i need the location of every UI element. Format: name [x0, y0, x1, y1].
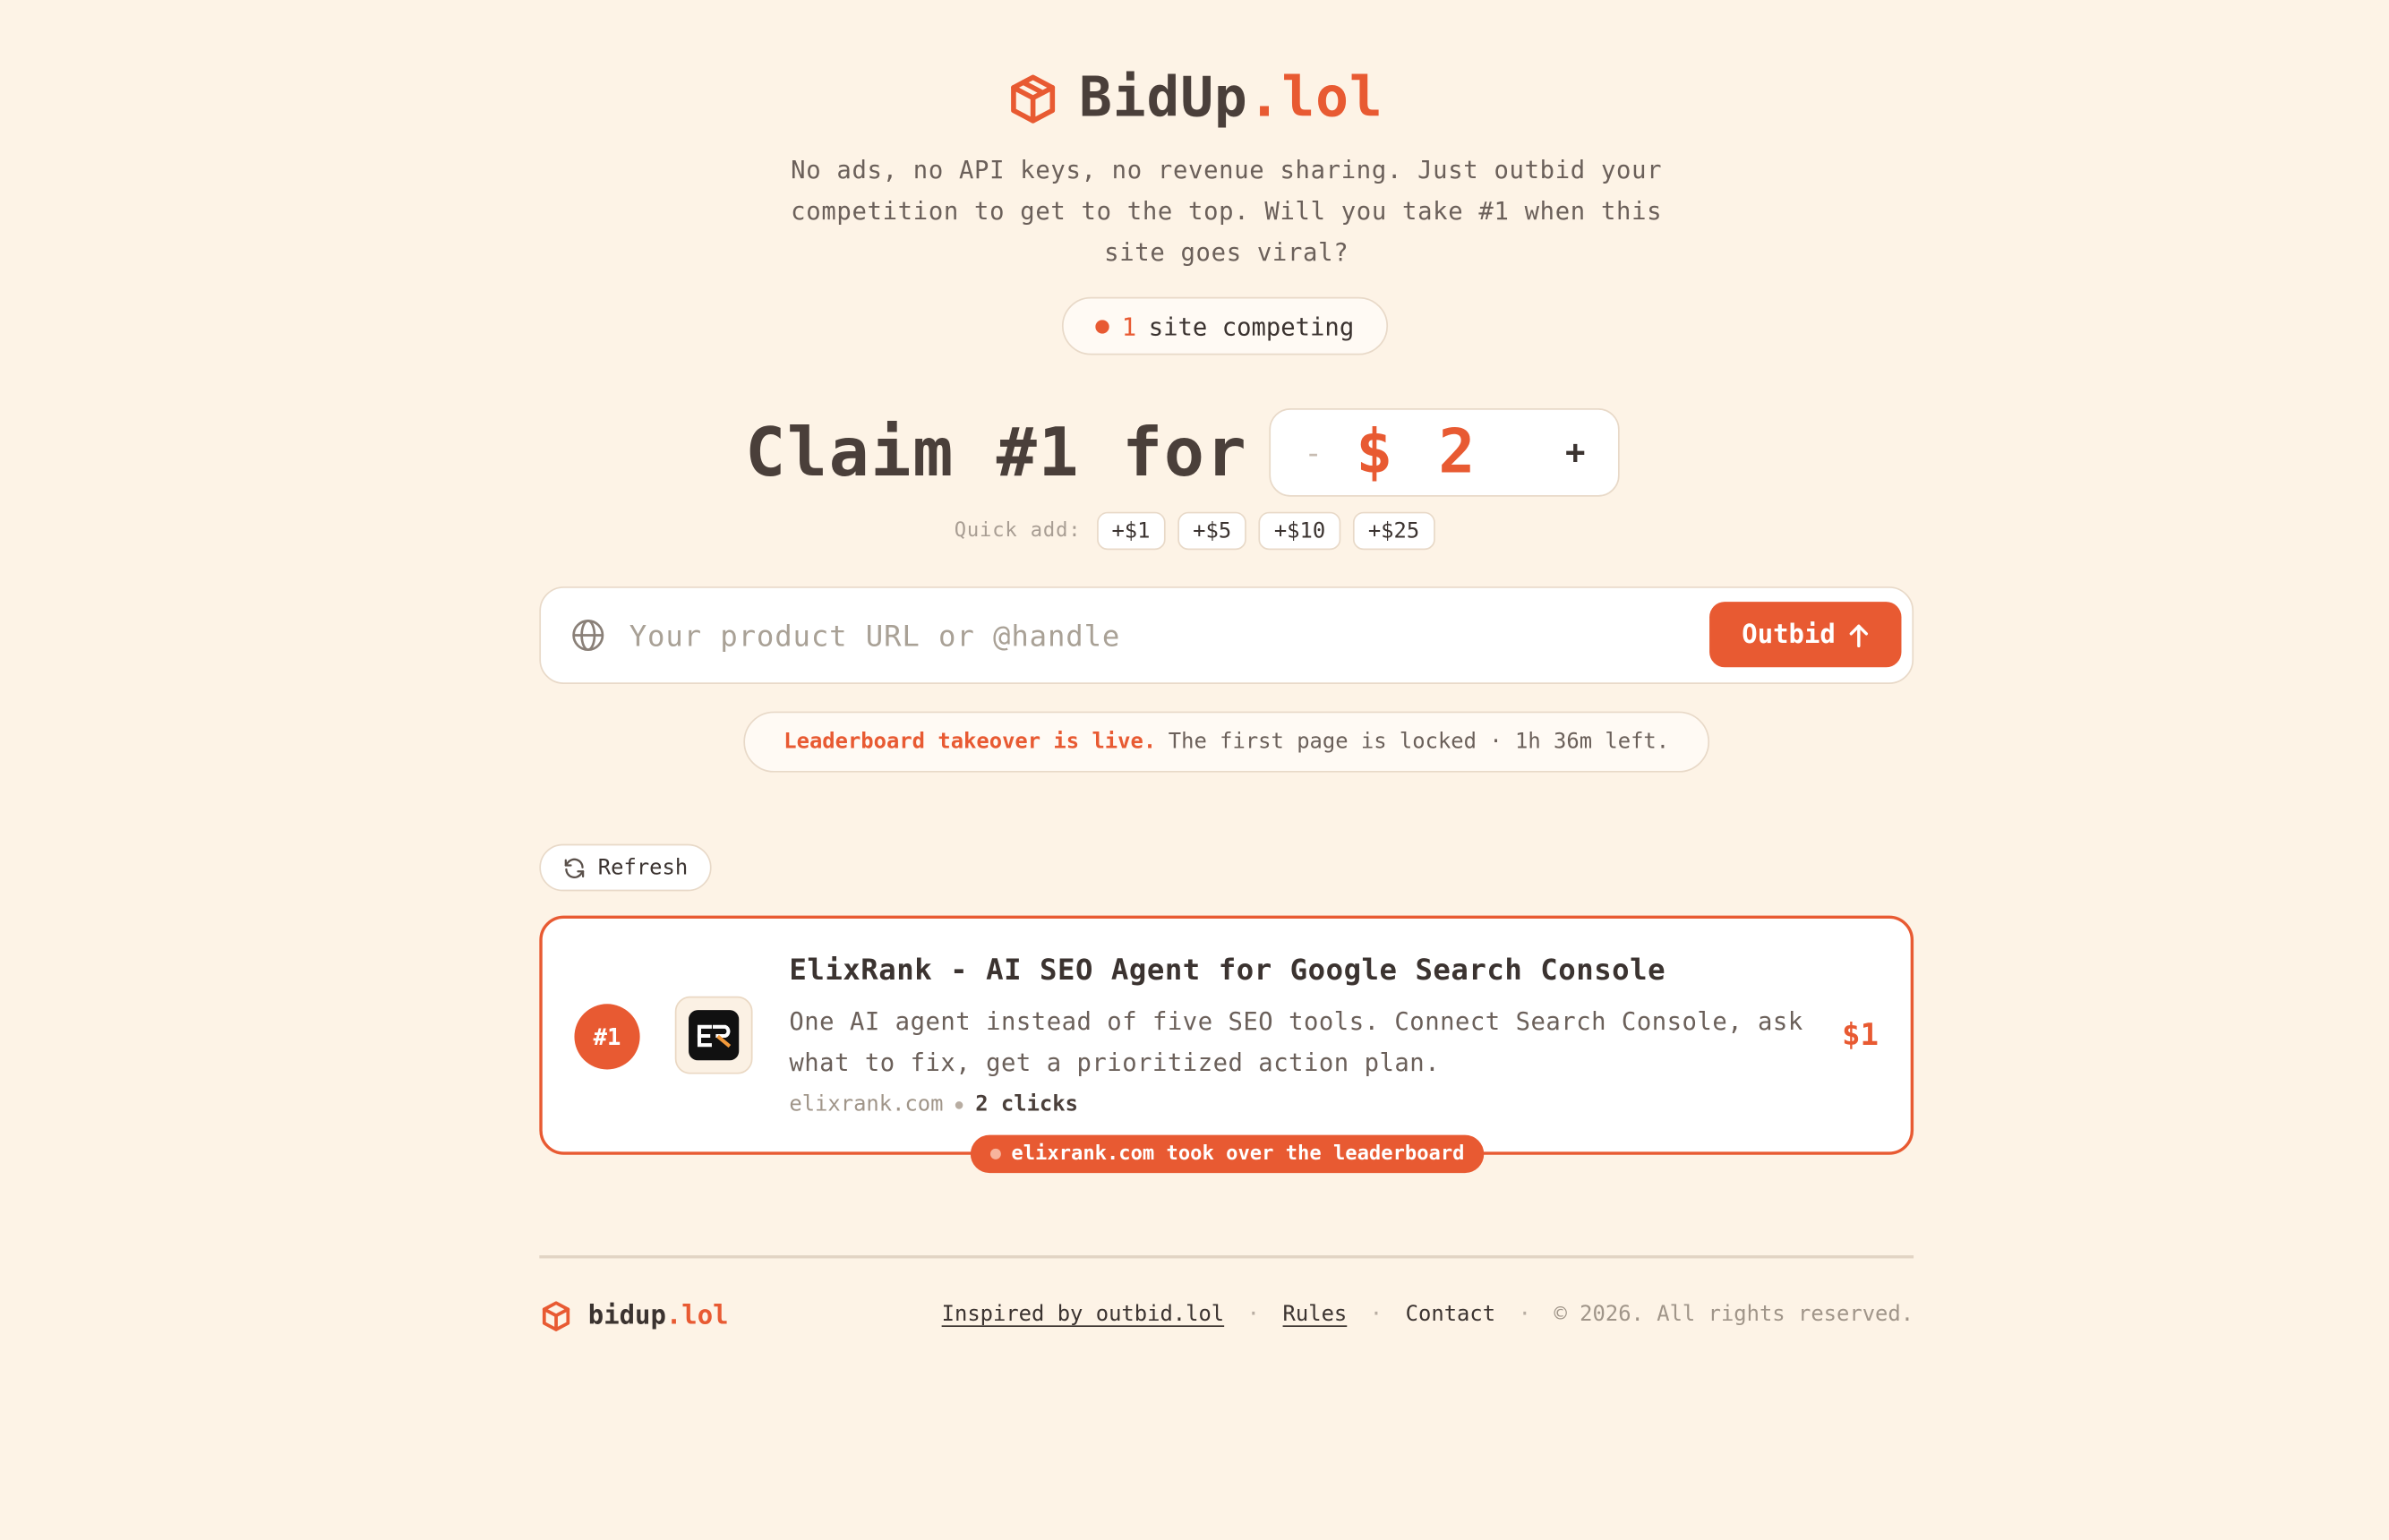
increment-button[interactable]: + [1533, 433, 1618, 472]
refresh-button[interactable]: Refresh [539, 843, 712, 892]
item-meta: elixrank.com 2 clicks [789, 1092, 1078, 1116]
competing-badge: 1 site competing [1061, 296, 1389, 355]
rank-badge: #1 [574, 1004, 640, 1070]
quick-add-1-button[interactable]: +$1 [1096, 511, 1166, 551]
elixrank-logo-icon [689, 1010, 740, 1061]
item-title[interactable]: ElixRank - AI SEO Agent for Google Searc… [789, 954, 1665, 987]
takeover-notice: elixrank.com took over the leaderboard [970, 1134, 1485, 1174]
takeover-info-text: The first page is locked · 1h 36m left. [1168, 730, 1670, 755]
quick-add-5-button[interactable]: +$5 [1177, 511, 1247, 551]
page: BidUp.lol No ads, no API keys, no revenu… [0, 0, 2389, 1540]
takeover-banner: Leaderboard takeover is live. The first … [743, 711, 1710, 773]
inspired-link[interactable]: Inspired by outbid.lol [942, 1303, 1225, 1327]
refresh-label: Refresh [597, 855, 689, 880]
competing-count: 1 [1121, 311, 1137, 341]
footer-brand-accent: .lol [665, 1301, 729, 1332]
header: BidUp.lol [0, 67, 2389, 130]
status-dot [1095, 319, 1110, 333]
item-domain: elixrank.com [789, 1091, 944, 1117]
footer-separator: · [1369, 1302, 1383, 1328]
outbid-button[interactable]: Outbid [1709, 602, 1902, 668]
arrow-up-icon [1849, 623, 1868, 647]
contact-link[interactable]: Contact [1406, 1303, 1495, 1327]
notice-dot [989, 1148, 1001, 1159]
app-logo [674, 996, 753, 1074]
url-input[interactable] [626, 606, 1700, 668]
item-clicks: 2 clicks [975, 1091, 1078, 1117]
quick-add-10-button[interactable]: +$10 [1258, 511, 1341, 551]
cube-icon [542, 1301, 570, 1331]
bid-stepper: - $ 2 + [1269, 408, 1620, 497]
brand-main: BidUp [1079, 66, 1248, 130]
brand-title: BidUp.lol [1079, 67, 1383, 130]
quick-add-25-button[interactable]: +$25 [1352, 511, 1435, 551]
outbid-label: Outbid [1742, 619, 1836, 650]
refresh-icon [565, 857, 586, 878]
url-form: Outbid [539, 586, 1914, 684]
copyright: © 2026. All rights reserved. [1554, 1302, 1914, 1328]
takeover-live-text: Leaderboard takeover is live. [783, 730, 1157, 755]
footer-links: Inspired by outbid.lol · Rules · Contact… [942, 1303, 1914, 1327]
brand-accent: .lol [1247, 66, 1383, 130]
item-description: One AI agent instead of five SEO tools. … [789, 1006, 1803, 1077]
cube-icon [1011, 73, 1056, 123]
meta-separator [955, 1100, 963, 1108]
footer-brand[interactable]: bidup.lol [539, 1299, 729, 1332]
footer-separator: · [1246, 1302, 1261, 1328]
footer-separator: · [1518, 1302, 1531, 1328]
bid-amount[interactable]: $ 2 [1356, 417, 1532, 487]
claim-row: Claim #1 for - $ 2 + [0, 408, 2389, 497]
quick-add-label: Quick add: [954, 519, 1082, 543]
quick-add-row: Quick add: +$1 +$5 +$10 +$25 [0, 511, 2389, 551]
takeover-notice-text: elixrank.com took over the leaderboard [1011, 1142, 1465, 1166]
decrement-button[interactable]: - [1271, 434, 1356, 471]
globe-icon [572, 620, 604, 652]
leaderboard-item[interactable]: #1 ElixRank - AI SEO Agent for Google Se… [539, 915, 1914, 1155]
claim-heading: Claim #1 for [745, 413, 1248, 492]
tagline: No ads, no API keys, no revenue sharing.… [791, 155, 1663, 267]
rules-link[interactable]: Rules [1283, 1303, 1348, 1327]
item-price: $1 [1841, 1015, 1879, 1053]
footer-brand-main: bidup [587, 1301, 666, 1332]
competing-label: site competing [1148, 311, 1355, 341]
footer-divider [539, 1255, 1914, 1258]
